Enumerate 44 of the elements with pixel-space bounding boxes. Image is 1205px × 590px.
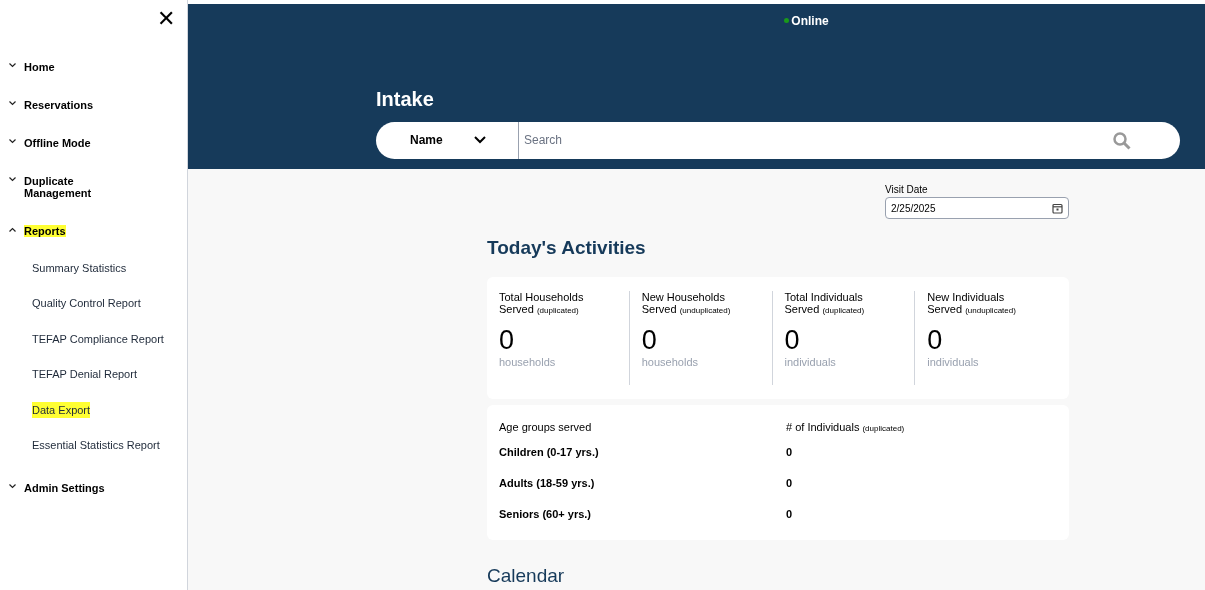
nav-link[interactable]: TEFAP Denial Report (32, 366, 137, 383)
column-header: # of Individuals (duplicated) (786, 419, 905, 435)
table-cell-text: 0 (786, 475, 793, 491)
section-heading: Today's Activities (487, 236, 647, 260)
stat-value: 0 (927, 325, 943, 354)
stat-label: New Individuals Served (unduplicated) (927, 290, 1017, 317)
stat-unit: households (499, 354, 556, 370)
search-by-dropdown[interactable]: Name (376, 121, 519, 159)
search-icon[interactable] (1113, 131, 1131, 150)
chevron-down-icon (474, 136, 486, 145)
nav-link[interactable]: Summary Statistics (32, 259, 127, 276)
table-cell-text: Children (0-17 yrs.) (499, 444, 600, 460)
stat-value: 0 (641, 325, 657, 354)
search-field[interactable]: Search (519, 121, 1180, 159)
nav-link[interactable]: Reservations (24, 99, 94, 111)
stat-value: 0 (499, 325, 515, 354)
table-cell-text: Adults (18-59 yrs.) (499, 475, 596, 491)
table-cell-text: 0 (786, 506, 793, 522)
nav-link[interactable]: Admin Settings (24, 482, 105, 494)
calendar-icon (1052, 202, 1063, 214)
column-header: Age groups served (499, 419, 593, 435)
close-button[interactable]: ✕ (157, 8, 175, 30)
table-cell-text: Seniors (60+ yrs.) (499, 506, 593, 522)
visit-date-field[interactable]: 2/25/2025 (885, 197, 1069, 219)
stat-label: New Households Served (unduplicated) (641, 290, 732, 317)
visit-date-label: Visit Date (885, 183, 928, 197)
nav-link[interactable]: Essential Statistics Report (32, 437, 160, 454)
nav-link[interactable]: Data Export (32, 401, 91, 418)
nav-link[interactable]: TEFAP Compliance Report (32, 330, 164, 347)
nav-link[interactable]: Home (24, 61, 55, 73)
nav-link[interactable]: Offline Mode (24, 137, 91, 149)
stat-unit: individuals (927, 354, 979, 370)
stat-unit: households (641, 354, 699, 370)
stat-value: 0 (784, 325, 800, 354)
connection-status: Online (791, 12, 829, 30)
nav-link[interactable]: Duplicate Management (24, 175, 124, 199)
nav-link[interactable]: Reports (24, 225, 66, 237)
stat-unit: individuals (784, 354, 836, 370)
page-title: Intake (376, 86, 435, 112)
stat-label: Total Households Served (duplicated) (499, 290, 585, 317)
nav-link[interactable]: Quality Control Report (32, 295, 141, 312)
stat-label: Total Individuals Served (duplicated) (784, 290, 866, 317)
section-heading: Calendar (487, 563, 566, 588)
table-cell-text: 0 (786, 444, 793, 460)
